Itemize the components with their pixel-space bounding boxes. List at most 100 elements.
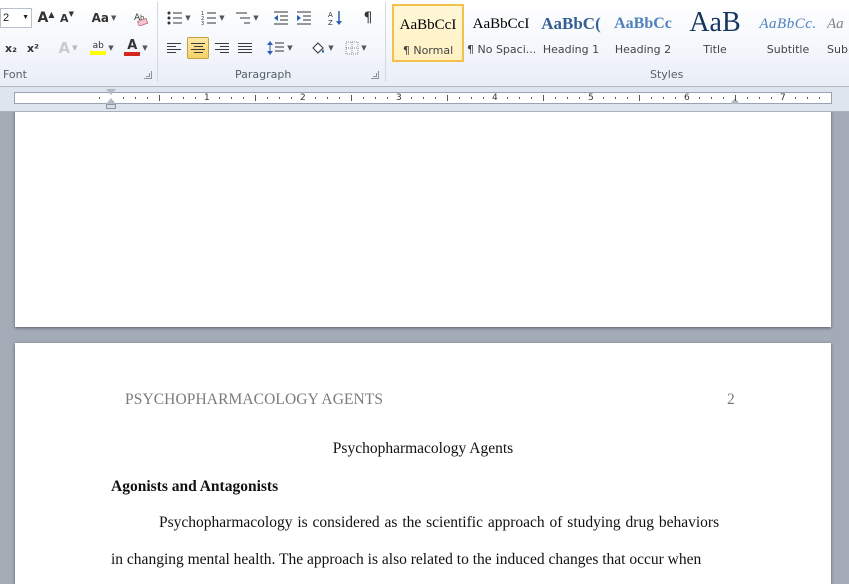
ruler-tick	[255, 95, 256, 101]
ruler-tick	[555, 97, 556, 99]
increase-indent-button[interactable]	[294, 7, 314, 29]
page-number: 2	[727, 391, 735, 408]
clear-formatting-button[interactable]: A b	[131, 7, 151, 29]
shading-button[interactable]: ▼	[307, 37, 337, 59]
ribbon: 2 ▼ A ▲ A ▼ Aa ▼ A b x₂ x² A ▼ ab ▼ A ▼ Fon	[0, 0, 849, 87]
ruler-tick	[387, 97, 388, 99]
subscript-button[interactable]: x₂	[2, 37, 20, 59]
borders-button[interactable]: ▼	[341, 37, 371, 59]
align-right-icon	[215, 43, 229, 53]
ruler-number: 5	[588, 93, 594, 103]
font-size-value: 2	[3, 12, 10, 24]
ruler-tick	[483, 97, 484, 99]
ruler-tick	[471, 97, 472, 99]
align-left-button[interactable]	[164, 37, 184, 59]
ruler-number: 2	[300, 93, 306, 103]
bullets-button[interactable]: ▼	[164, 7, 194, 29]
font-dialog-launcher-icon[interactable]	[144, 71, 152, 79]
increase-indent-icon	[297, 11, 311, 25]
paragraph-group-label: Paragraph	[235, 68, 292, 81]
ruler-tick	[219, 97, 220, 99]
line-spacing-button[interactable]: ▼	[265, 37, 295, 59]
style-heading-2[interactable]: AaBbCc Heading 2	[608, 4, 678, 62]
grow-font-icon: A	[37, 10, 49, 26]
style-preview: AaBbCc.	[759, 16, 817, 32]
subscript-icon: x₂	[5, 41, 17, 55]
highlight-button[interactable]: ab ▼	[87, 37, 117, 59]
line-spacing-icon	[267, 41, 285, 55]
document-page[interactable]: PSYCHOPHARMACOLOGY AGENTS 2 Psychopharma…	[15, 343, 831, 584]
ruler-tick	[819, 97, 820, 99]
left-indent-marker[interactable]	[106, 104, 116, 109]
ruler-tick	[735, 95, 736, 101]
grow-font-button[interactable]: A ▲	[37, 7, 55, 29]
ruler-number: 7	[780, 93, 786, 103]
style-name: Sub	[827, 43, 848, 56]
justify-icon	[238, 43, 252, 53]
justify-button[interactable]	[235, 37, 255, 59]
svg-text:Z: Z	[328, 19, 333, 26]
style-title[interactable]: AaB Title	[682, 4, 748, 62]
bullets-icon	[167, 11, 183, 25]
show-formatting-marks-button[interactable]: ¶	[358, 7, 378, 29]
font-group-label: Font	[3, 68, 27, 81]
ruler-tick	[123, 97, 124, 99]
ruler-tick	[663, 97, 664, 99]
style-subtitle[interactable]: AaBbCc. Subtitle	[752, 4, 824, 62]
ruler-tick	[135, 97, 136, 99]
style-heading-1[interactable]: AaBbC( Heading 1	[538, 4, 604, 62]
multilevel-list-button[interactable]: ▼	[232, 7, 262, 29]
numbering-button[interactable]: 1 2 3 ▼	[198, 7, 228, 29]
ruler-tick	[171, 97, 172, 99]
svg-text:A: A	[328, 11, 333, 19]
ruler-tick	[675, 97, 676, 99]
ruler-tick	[807, 97, 808, 99]
align-right-button[interactable]	[212, 37, 232, 59]
style-subtle-emphasis[interactable]: Aa Sub	[826, 4, 849, 62]
align-center-button[interactable]	[187, 37, 209, 59]
pilcrow-icon: ¶	[363, 10, 373, 26]
style-name: Title	[703, 43, 727, 56]
shrink-font-button[interactable]: A ▼	[58, 7, 76, 29]
align-center-icon	[191, 43, 205, 53]
style-name: Heading 2	[614, 43, 672, 56]
style-name: Subtitle	[766, 43, 810, 56]
style-preview: AaBbCcI	[399, 17, 457, 33]
decrease-indent-button[interactable]	[271, 7, 291, 29]
align-left-icon	[167, 43, 181, 53]
superscript-icon: x²	[27, 41, 39, 55]
change-case-button[interactable]: Aa ▼	[90, 7, 118, 29]
body-text-line: in changing mental health. The approach …	[111, 551, 702, 568]
font-color-icon: A	[127, 38, 138, 53]
ruler-number: 3	[396, 93, 402, 103]
ruler-tick	[315, 97, 316, 99]
font-color-button[interactable]: A ▼	[121, 37, 151, 59]
superscript-button[interactable]: x²	[24, 37, 42, 59]
style-normal[interactable]: AaBbCcI ¶ Normal	[392, 4, 464, 62]
ruler-tick	[747, 97, 748, 99]
horizontal-ruler[interactable]: 1 2 3 4 5 6 7	[0, 87, 849, 112]
document-area[interactable]: PSYCHOPHARMACOLOGY AGENTS 2 Psychopharma…	[0, 112, 849, 584]
running-header: PSYCHOPHARMACOLOGY AGENTS	[125, 391, 384, 408]
document-page[interactable]	[15, 112, 831, 327]
font-size-input[interactable]: 2 ▼	[0, 8, 32, 28]
style-name: Heading 1	[542, 43, 600, 56]
ruler-tick	[627, 97, 628, 99]
style-preview: AaBbCcI	[472, 16, 530, 32]
paragraph-dialog-launcher-icon[interactable]	[371, 71, 379, 79]
style-no-spacing[interactable]: AaBbCcI ¶ No Spaci...	[466, 4, 536, 62]
ruler-tick	[603, 97, 604, 99]
sort-button[interactable]: AZ	[326, 7, 346, 29]
text-effects-button[interactable]: A ▼	[55, 37, 81, 59]
group-separator	[385, 2, 386, 82]
ruler-tick	[183, 97, 184, 99]
ruler-tick	[435, 97, 436, 99]
numbering-icon: 123	[201, 11, 217, 25]
ruler-tick	[267, 97, 268, 99]
svg-text:3: 3	[201, 21, 204, 25]
style-name: ¶ Normal	[402, 44, 454, 57]
chevron-down-icon[interactable]: ▼	[22, 9, 29, 27]
ruler-tick	[531, 97, 532, 99]
first-line-indent-marker[interactable]	[106, 89, 116, 95]
ruler-tick	[771, 97, 772, 99]
